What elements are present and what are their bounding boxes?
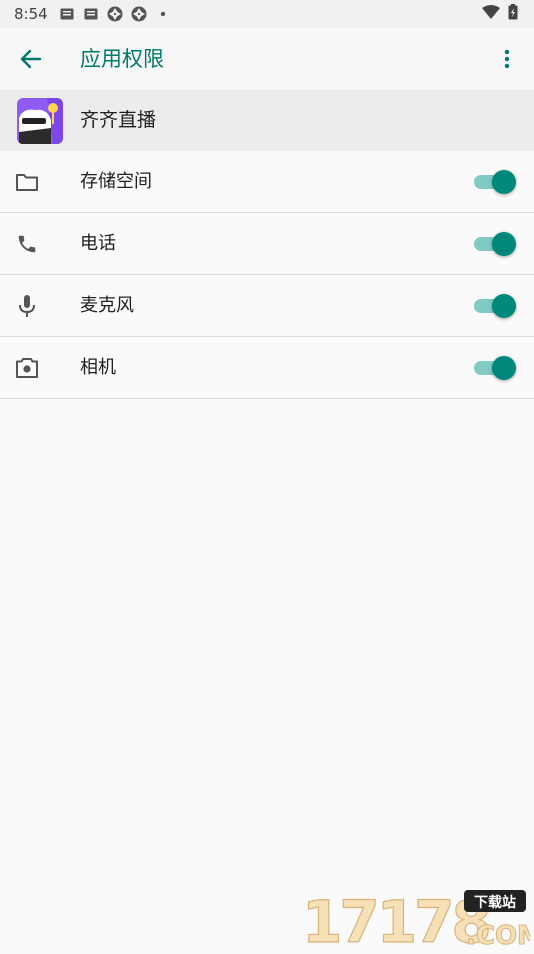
permission-label: 麦克风	[80, 295, 134, 316]
permission-toggle[interactable]	[474, 170, 516, 194]
permission-toggle[interactable]	[474, 356, 516, 380]
status-time: 8:54	[14, 5, 48, 23]
permission-label: 相机	[80, 357, 116, 378]
permission-toggle[interactable]	[474, 294, 516, 318]
aperture-icon	[130, 5, 148, 23]
watermark-domain: .COM	[466, 921, 530, 950]
status-right	[482, 0, 518, 28]
permission-toggle[interactable]	[474, 232, 516, 256]
toggle-thumb	[492, 170, 516, 194]
status-bar: 8:54	[0, 0, 534, 28]
watermark-tag: 下载站	[474, 894, 516, 911]
dot-icon	[154, 5, 172, 23]
mic-icon	[14, 293, 40, 319]
app-header-row: 齐齐直播	[0, 90, 534, 151]
toggle-thumb	[492, 356, 516, 380]
aperture-icon	[106, 5, 124, 23]
arrow-back-icon[interactable]	[14, 42, 48, 76]
folder-icon	[14, 169, 40, 195]
app-icon	[17, 98, 63, 144]
toggle-thumb	[492, 294, 516, 318]
permission-row-phone[interactable]: 电话	[0, 213, 534, 275]
mail-icon	[58, 5, 76, 23]
more-vert-icon[interactable]	[490, 42, 524, 76]
permission-label: 电话	[80, 233, 116, 254]
permission-row-storage[interactable]: 存储空间	[0, 151, 534, 213]
battery-icon	[508, 4, 518, 24]
mail-icon	[82, 5, 100, 23]
app-name: 齐齐直播	[80, 109, 157, 131]
permission-row-camera[interactable]: 相机	[0, 337, 534, 399]
permission-label: 存储空间	[80, 171, 152, 192]
wifi-icon	[482, 5, 500, 23]
permission-row-microphone[interactable]: 麦克风	[0, 275, 534, 337]
app-bar: 应用权限	[0, 28, 534, 91]
site-watermark-logo: 17178 下载站 .COM	[300, 886, 534, 954]
page-title: 应用权限	[80, 47, 164, 71]
toggle-thumb	[492, 232, 516, 256]
watermark-number: 17178	[302, 888, 489, 950]
camera-icon	[14, 355, 40, 381]
phone-icon	[14, 231, 40, 257]
